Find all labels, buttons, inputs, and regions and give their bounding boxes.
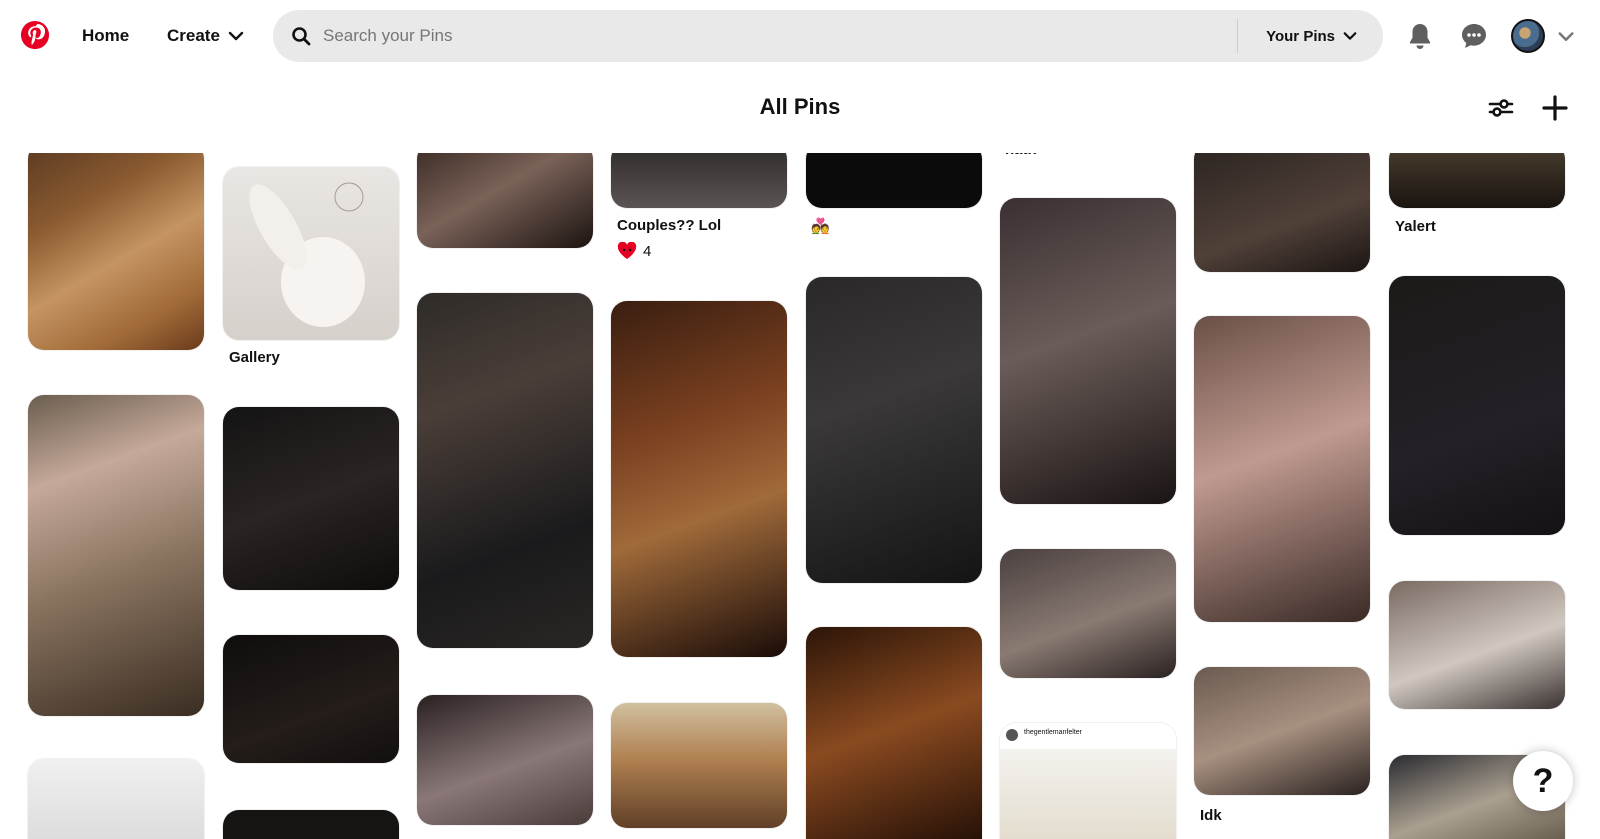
add-button[interactable] — [1535, 88, 1575, 128]
search-icon — [292, 27, 311, 46]
pin-card[interactable] — [806, 627, 982, 839]
source-avatar — [1006, 729, 1018, 741]
pin-card[interactable] — [223, 407, 399, 590]
pin-card[interactable] — [1194, 316, 1370, 622]
search-input[interactable] — [321, 15, 1238, 57]
nav-create-label: Create — [167, 26, 220, 45]
chevron-down-icon — [1343, 32, 1357, 40]
account-chevron-down-icon[interactable] — [1556, 26, 1576, 46]
pin-card[interactable] — [28, 395, 204, 716]
avatar[interactable] — [1511, 19, 1545, 53]
reaction-count: 4 — [643, 242, 652, 260]
help-label: ? — [1532, 761, 1554, 800]
source-handle: thegentlemanfelter — [1024, 729, 1082, 736]
search-bar: Your Pins — [273, 10, 1383, 62]
pin-card[interactable] — [28, 153, 204, 350]
pin-card[interactable] — [611, 703, 787, 828]
pin-card[interactable] — [1389, 276, 1565, 535]
search-scope-label: Your Pins — [1266, 27, 1335, 45]
pin-card[interactable] — [806, 153, 982, 208]
pin-card[interactable] — [806, 277, 982, 583]
pin-emoji: 💑 — [811, 218, 830, 235]
chat-icon — [1462, 24, 1486, 48]
pin-card[interactable] — [1194, 153, 1370, 272]
messages-button[interactable] — [1456, 18, 1492, 54]
pin-card[interactable] — [417, 293, 593, 648]
top-navigation-bar: Home Create Your Pins — [0, 0, 1600, 72]
heart-face-icon — [617, 242, 637, 259]
notifications-button[interactable] — [1402, 18, 1438, 54]
pin-card[interactable] — [1389, 153, 1565, 208]
chevron-down-icon — [228, 31, 244, 41]
pin-title: Couples?? Lol — [617, 217, 722, 234]
pin-card[interactable] — [1000, 549, 1176, 678]
nav-home-link[interactable]: Home — [70, 14, 141, 58]
page-title: All Pins — [759, 94, 841, 119]
pin-card[interactable] — [223, 167, 399, 340]
pin-card[interactable] — [1194, 667, 1370, 795]
pin-reactions: 4 — [617, 242, 651, 260]
pin-card[interactable] — [1389, 581, 1565, 709]
pin-title: Idk — [1200, 807, 1222, 824]
pin-card[interactable] — [223, 635, 399, 763]
filter-button[interactable] — [1481, 88, 1521, 128]
pin-title: Yalert — [1395, 218, 1436, 235]
pin-card[interactable] — [611, 301, 787, 657]
pin-image — [1000, 749, 1176, 839]
pin-card[interactable]: thegentlemanfelter — [1000, 723, 1176, 839]
search-scope-dropdown[interactable]: Your Pins — [1238, 10, 1383, 62]
pin-title: hath — [1005, 153, 1037, 158]
pin-grid: Gallery Couples?? Lol 4 💑 hath thegentle… — [0, 153, 1600, 839]
filter-icon — [1488, 99, 1514, 117]
pin-card[interactable] — [417, 153, 593, 248]
pin-title: Gallery — [229, 349, 280, 366]
nav-home-label: Home — [82, 26, 130, 45]
plus-icon — [1542, 95, 1568, 121]
pinterest-logo-icon[interactable] — [20, 20, 50, 50]
nav-create-menu[interactable]: Create — [155, 14, 256, 58]
help-button[interactable]: ? — [1513, 751, 1573, 811]
pin-card[interactable] — [417, 695, 593, 825]
pin-card[interactable] — [1000, 198, 1176, 504]
bunny-figurine-image — [249, 182, 365, 327]
pin-card[interactable] — [611, 153, 787, 208]
pin-card[interactable] — [28, 759, 204, 839]
bell-icon — [1410, 24, 1430, 49]
pin-card[interactable] — [223, 810, 399, 839]
